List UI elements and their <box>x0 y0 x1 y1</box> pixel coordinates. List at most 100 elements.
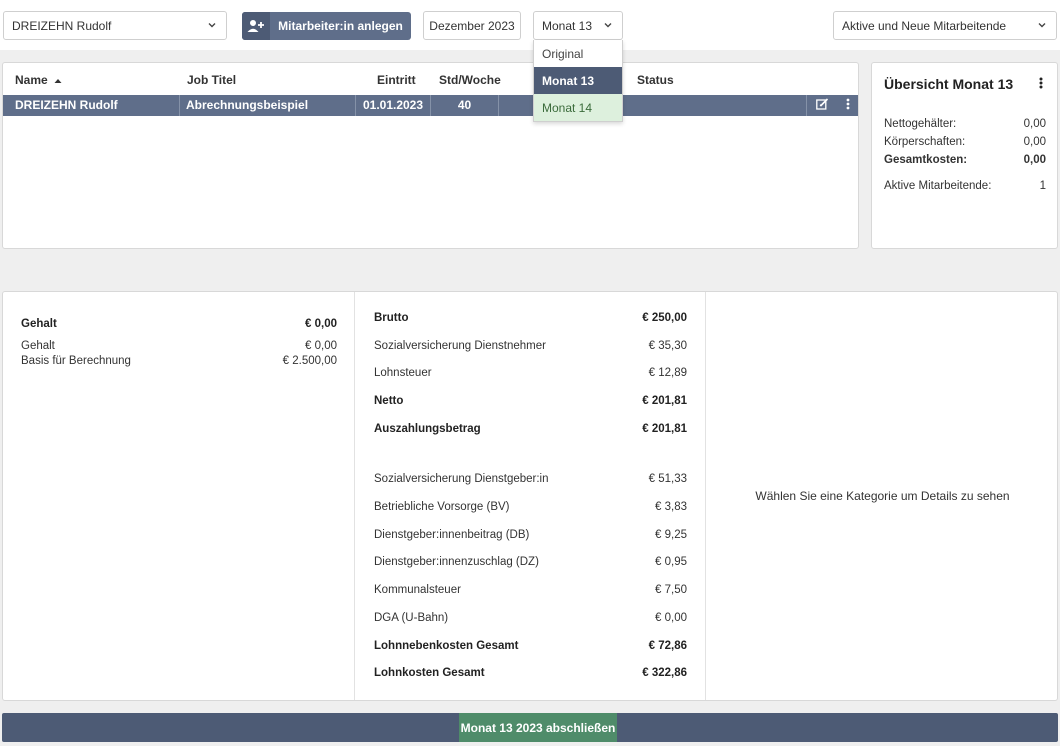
breakdown-value: € 3,83 <box>655 501 687 513</box>
breakdown-value: € 0,00 <box>655 612 687 624</box>
breakdown-value: € 322,86 <box>642 667 687 679</box>
month-select[interactable]: Monat 13 <box>533 11 623 40</box>
salary-item: Gehalt € 0,00 <box>21 340 337 352</box>
cell-entry: 01.01.2023 <box>356 95 431 116</box>
edit-icon[interactable] <box>815 98 829 113</box>
breakdown-value: € 35,30 <box>648 340 687 352</box>
breakdown-label: Dienstgeber:innenbeitrag (DB) <box>374 529 530 541</box>
breakdown-label: Netto <box>374 395 404 407</box>
breakdown-label: DGA (U-Bahn) <box>374 612 449 624</box>
breakdown-label: Brutto <box>374 312 409 324</box>
date-picker[interactable]: Dezember 2023 <box>423 11 521 40</box>
column-header-entry[interactable]: Eintritt <box>377 73 416 87</box>
breakdown-label: Kommunalsteuer <box>374 584 461 596</box>
overview-value: 0,00 <box>1023 154 1046 166</box>
breakdown-row-db[interactable]: Dienstgeber:innenbeitrag (DB) € 9,25 <box>374 529 687 541</box>
employee-table: Name Job Titel Eintritt Std/Woche Status… <box>2 62 859 249</box>
salary-item-value: € 2.500,00 <box>282 355 337 367</box>
month-select-value: Monat 13 <box>542 18 593 33</box>
salary-title-value: € 0,00 <box>305 318 337 330</box>
overview-value: 0,00 <box>1023 118 1046 130</box>
finish-month-button[interactable]: Monat 13 2023 abschließen <box>459 713 617 742</box>
overview-value: 0,00 <box>1023 136 1046 148</box>
breakdown-row-total-cost[interactable]: Lohnkosten Gesamt € 322,86 <box>374 667 687 679</box>
breakdown-label: Lohnsteuer <box>374 367 432 379</box>
overview-row-corporations: Körperschaften: 0,00 <box>884 136 1046 148</box>
add-employee-button[interactable]: Mitarbeiter:in anlegen <box>242 12 411 40</box>
overview-row-total: Gesamtkosten: 0,00 <box>884 154 1046 166</box>
add-user-icon <box>242 12 270 40</box>
breakdown-row-dz[interactable]: Dienstgeber:innenzuschlag (DZ) € 0,95 <box>374 556 687 568</box>
overview-card: Übersicht Monat 13 Nettogehälter: 0,00 K… <box>871 62 1058 249</box>
overview-value: 1 <box>1039 180 1046 192</box>
breakdown-row-payout[interactable]: Auszahlungsbetrag € 201,81 <box>374 423 687 435</box>
date-value: Dezember 2023 <box>429 18 515 33</box>
breakdown-label: Sozialversicherung Dienstnehmer <box>374 340 546 352</box>
breakdown-row-income-tax[interactable]: Lohnsteuer € 12,89 <box>374 367 687 379</box>
bottom-action-bar: Monat 13 2023 abschließen <box>2 713 1058 742</box>
details-hint: Wählen Sie eine Kategorie um Details zu … <box>755 489 1010 503</box>
salary-item-label: Gehalt <box>21 340 55 352</box>
breakdown-value: € 201,81 <box>642 423 687 435</box>
column-header-status[interactable]: Status <box>637 73 674 87</box>
breakdown-label: Auszahlungsbetrag <box>374 423 481 435</box>
month-option-14[interactable]: Monat 14 <box>534 94 622 121</box>
column-header-name[interactable]: Name <box>15 73 62 87</box>
overview-title: Übersicht Monat 13 <box>884 76 1014 92</box>
breakdown-row-ancillary-total[interactable]: Lohnnebenkosten Gesamt € 72,86 <box>374 640 687 652</box>
overview-label: Gesamtkosten: <box>884 154 968 166</box>
overview-row-net: Nettogehälter: 0,00 <box>884 118 1046 130</box>
breakdown-value: € 7,50 <box>655 584 687 596</box>
overview-label: Nettogehälter: <box>884 118 957 130</box>
cell-hours: 40 <box>431 95 499 116</box>
column-header-hours[interactable]: Std/Woche <box>439 73 501 87</box>
breakdown-label: Lohnkosten Gesamt <box>374 667 485 679</box>
breakdown-label: Sozialversicherung Dienstgeber:in <box>374 473 549 485</box>
overview-label: Körperschaften: <box>884 136 966 148</box>
breakdown-row-gross[interactable]: Brutto € 250,00 <box>374 312 687 324</box>
salary-item: Basis für Berechnung € 2.500,00 <box>21 355 337 367</box>
employee-select[interactable]: DREIZEHN Rudolf <box>3 11 227 40</box>
breakdown-value: € 250,00 <box>642 312 687 324</box>
employee-filter-select[interactable]: Aktive und Neue Mitarbeitende <box>833 11 1057 40</box>
more-vertical-icon[interactable] <box>846 98 850 113</box>
month-dropdown-menu: Original Monat 13 Monat 14 <box>533 40 623 122</box>
salary-item-value: € 0,00 <box>305 340 337 352</box>
more-vertical-icon[interactable] <box>1039 77 1043 92</box>
add-employee-label: Mitarbeiter:in anlegen <box>278 19 403 33</box>
breakdown-row-employee-ss[interactable]: Sozialversicherung Dienstnehmer € 35,30 <box>374 340 687 352</box>
overview-label: Aktive Mitarbeitende: <box>884 180 992 192</box>
breakdown-label: Lohnnebenkosten Gesamt <box>374 640 519 652</box>
breakdown-value: € 12,89 <box>648 367 687 379</box>
row-actions <box>806 95 858 116</box>
cell-name: DREIZEHN Rudolf <box>3 95 180 116</box>
breakdown-value: € 9,25 <box>655 529 687 541</box>
breakdown-row-municipal-tax[interactable]: Kommunalsteuer € 7,50 <box>374 584 687 596</box>
breakdown-row-bv[interactable]: Betriebliche Vorsorge (BV) € 3,83 <box>374 501 687 513</box>
breakdown-value: € 51,33 <box>648 473 687 485</box>
sort-ascending-icon <box>54 73 62 87</box>
month-option-original[interactable]: Original <box>534 40 622 67</box>
breakdown-row-employer-ss[interactable]: Sozialversicherung Dienstgeber:in € 51,3… <box>374 473 687 485</box>
column-header-name-label: Name <box>15 73 48 87</box>
payroll-details: Gehalt € 0,00 Gehalt € 0,00 Basis für Be… <box>2 291 1058 701</box>
top-toolbar: DREIZEHN Rudolf Mitarbeiter:in anlegen D… <box>0 0 1060 50</box>
cell-job: Abrechnungsbeispiel <box>180 95 356 116</box>
breakdown-value: € 201,81 <box>642 395 687 407</box>
breakdown-row-dga[interactable]: DGA (U-Bahn) € 0,00 <box>374 612 687 624</box>
salary-item-label: Basis für Berechnung <box>21 355 131 367</box>
chevron-down-icon <box>603 20 613 30</box>
chevron-down-icon <box>207 20 217 30</box>
breakdown-value: € 0,95 <box>655 556 687 568</box>
employee-select-value: DREIZEHN Rudolf <box>12 18 112 33</box>
breakdown-value: € 72,86 <box>648 640 687 652</box>
chevron-down-icon <box>1037 20 1047 30</box>
column-header-job[interactable]: Job Titel <box>187 73 236 87</box>
column-divider <box>354 292 355 700</box>
salary-header[interactable]: Gehalt € 0,00 <box>21 318 337 330</box>
table-row[interactable]: DREIZEHN Rudolf Abrechnungsbeispiel 01.0… <box>3 95 858 116</box>
overview-row-active: Aktive Mitarbeitende: 1 <box>884 180 1046 192</box>
salary-title: Gehalt <box>21 318 57 330</box>
breakdown-row-net[interactable]: Netto € 201,81 <box>374 395 687 407</box>
month-option-13[interactable]: Monat 13 <box>534 67 622 94</box>
